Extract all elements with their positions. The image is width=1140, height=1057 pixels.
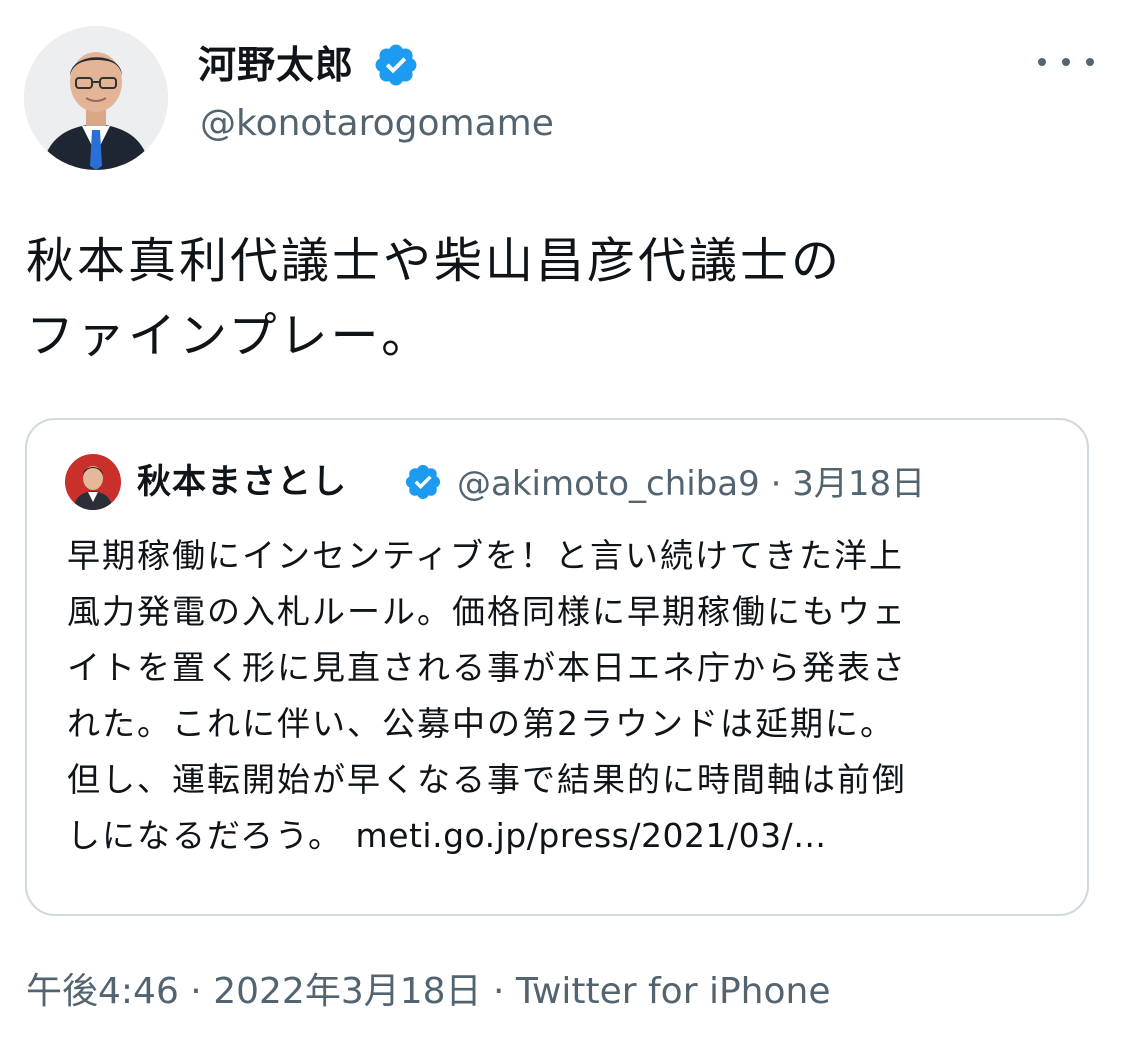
quoted-tweet-text: 早期稼働にインセンティブを！と言い続けてきた洋上 風力発電の入札ルール。価格同様… bbox=[67, 528, 1077, 864]
quoted-tweet-card[interactable]: 秋本まさとし @akimoto_chiba9 · 3月18日 早期稼働にインセン… bbox=[25, 418, 1089, 916]
tweet-date[interactable]: 2022年3月18日 bbox=[213, 971, 481, 1012]
tweet-footer: 午後4:46 · 2022年3月18日 · Twitter for iPhone bbox=[26, 968, 830, 1016]
quoted-text-line: 但し、運転開始が早くなる事で結果的に時間軸は前倒 bbox=[67, 760, 907, 799]
quoted-tweet-date[interactable]: 3月18日 bbox=[792, 464, 925, 504]
tweet-text-line: ファインプレー。 bbox=[26, 308, 433, 364]
tweet-time[interactable]: 午後4:46 bbox=[26, 971, 179, 1012]
author-avatar[interactable] bbox=[24, 26, 168, 170]
quoted-text-line: 早期稼働にインセンティブを！と言い続けてきた洋上 bbox=[67, 536, 905, 575]
quoted-text-line: 風力発電の入札ルール。価格同様に早期稼働にもウェ bbox=[67, 592, 907, 631]
quoted-text-segment: しになるだろう。 bbox=[67, 816, 344, 855]
verified-badge-icon bbox=[372, 41, 420, 89]
quoted-tweet-meta: @akimoto_chiba9 · 3月18日 bbox=[457, 462, 925, 506]
footer-separator: · bbox=[493, 971, 505, 1012]
tweet-text-line: 秋本真利代議士や柴山昌彦代議士の bbox=[26, 233, 843, 289]
more-horizontal-icon bbox=[1086, 58, 1094, 66]
quoted-author-handle[interactable]: @akimoto_chiba9 bbox=[457, 464, 760, 504]
quoted-author-avatar[interactable] bbox=[65, 454, 121, 510]
author-handle[interactable]: @konotarogomame bbox=[200, 100, 554, 148]
tweet-source-link[interactable]: Twitter for iPhone bbox=[516, 971, 831, 1012]
quoted-text-line: れた。これに伴い、公募中の第2ラウンドは延期に。 bbox=[67, 704, 895, 743]
quoted-text-line: しになるだろう。 meti.go.jp/press/2021/03/… bbox=[67, 808, 1077, 864]
more-horizontal-icon bbox=[1038, 58, 1046, 66]
more-horizontal-icon bbox=[1062, 58, 1070, 66]
meta-separator: · bbox=[770, 464, 782, 504]
tweet-text: 秋本真利代議士や柴山昌彦代議士の ファインプレー。 bbox=[26, 224, 1116, 374]
author-name[interactable]: 河野太郎 bbox=[198, 40, 354, 90]
footer-separator: · bbox=[190, 971, 202, 1012]
more-options-button[interactable] bbox=[1038, 44, 1094, 80]
quoted-author-name[interactable]: 秋本まさとし bbox=[137, 460, 347, 504]
verified-badge-icon bbox=[403, 462, 443, 502]
quoted-text-line: イトを置く形に見直される事が本日エネ庁から発表さ bbox=[67, 648, 907, 687]
tweet: 河野太郎 @konotarogomame 秋本真利代議士や柴山昌彦代議士の ファ… bbox=[0, 0, 1140, 1057]
quoted-tweet-link[interactable]: meti.go.jp/press/2021/03/… bbox=[356, 816, 827, 855]
